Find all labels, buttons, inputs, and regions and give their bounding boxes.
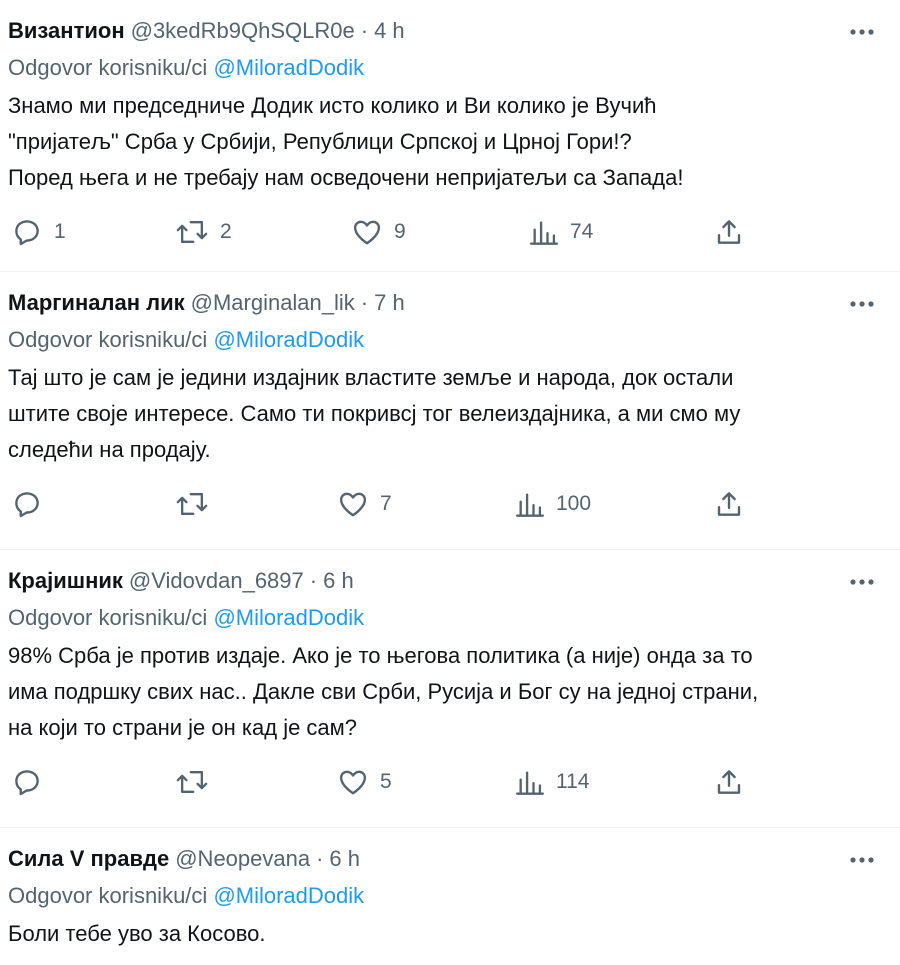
author-name[interactable]: Византион	[8, 14, 125, 48]
retweet-button[interactable]: 2	[176, 214, 232, 250]
separator-dot: ·	[316, 846, 324, 871]
reply-prefix: Odgovor korisniku/ci	[8, 55, 208, 80]
more-icon	[850, 579, 874, 585]
reply-icon	[15, 770, 39, 796]
reply-button[interactable]	[12, 486, 42, 522]
like-button[interactable]: 7	[338, 486, 392, 522]
timestamp[interactable]: 7 h	[374, 286, 405, 320]
timestamp[interactable]: 6 h	[323, 564, 354, 598]
timestamp[interactable]: 6 h	[329, 842, 360, 876]
share-icon	[717, 770, 741, 794]
more-icon	[850, 29, 874, 35]
more-icon	[850, 857, 874, 863]
more-options-button[interactable]	[848, 846, 876, 874]
mention-link[interactable]: @MiloradDodik	[213, 55, 364, 80]
tweet[interactable]: Сила V правде @Neopevana · 6 h Odgovor k…	[0, 828, 900, 965]
author-handle[interactable]: @3kedRb9QhSQLR0e	[131, 14, 355, 48]
reply-prefix: Odgovor korisniku/ci	[8, 605, 208, 630]
views-button[interactable]: 114	[516, 764, 589, 800]
replying-to: Odgovor korisniku/ci @MiloradDodik	[8, 322, 892, 358]
more-options-button[interactable]	[848, 290, 876, 318]
tweet-header: Маргиналан лик @Marginalan_lik · 7 h	[8, 286, 892, 320]
tweet-text: Тај што је сам је једини издајник власти…	[8, 365, 741, 462]
reply-count: 1	[54, 220, 66, 243]
mention-link[interactable]: @MiloradDodik	[213, 327, 364, 352]
reply-button[interactable]: 1	[12, 214, 66, 250]
like-button[interactable]: 9	[352, 214, 406, 250]
views-count: 74	[570, 220, 594, 243]
share-button[interactable]	[714, 214, 744, 250]
more-icon	[850, 301, 874, 307]
reply-icon	[15, 220, 39, 246]
tweet-text: 98% Срба је против издаје. Ако је то њег…	[8, 643, 759, 740]
mention-link[interactable]: @MiloradDodik	[213, 883, 364, 908]
retweet-button[interactable]	[176, 764, 208, 800]
like-count: 9	[394, 220, 406, 243]
tweet-text: Боли тебе уво за Косово.	[8, 921, 266, 946]
author-handle[interactable]: @Vidovdan_6897	[129, 564, 304, 598]
views-icon	[516, 771, 544, 795]
retweet-icon	[176, 492, 208, 516]
mention-link[interactable]: @MiloradDodik	[213, 605, 364, 630]
views-icon	[516, 493, 544, 517]
separator-dot: ·	[309, 568, 318, 593]
like-button[interactable]: 5	[338, 764, 392, 800]
tweet-text: Знамо ми председниче Додик исто колико и…	[8, 93, 684, 190]
more-options-button[interactable]	[848, 18, 876, 46]
reply-icon	[15, 492, 39, 518]
tweet-header: Сила V правде @Neopevana · 6 h	[8, 842, 892, 876]
share-icon	[717, 492, 741, 516]
heart-icon	[353, 220, 381, 245]
retweet-icon	[176, 220, 208, 244]
author-name[interactable]: Сила V правде	[8, 842, 169, 876]
action-bar: 7 100	[8, 468, 892, 544]
separator-dot: ·	[360, 290, 369, 315]
tweet[interactable]: Крајишник @Vidovdan_6897 · 6 h Odgovor k…	[0, 550, 900, 828]
heart-icon	[339, 770, 367, 795]
author-handle[interactable]: @Marginalan_lik	[191, 286, 355, 320]
retweet-icon	[176, 770, 208, 794]
retweet-button[interactable]	[176, 486, 208, 522]
share-button[interactable]	[714, 486, 744, 522]
views-icon	[530, 221, 558, 245]
action-bar: 1 2 9 74	[8, 196, 892, 272]
views-count: 100	[556, 492, 592, 515]
tweet-header: Византион @3kedRb9QhSQLR0e · 4 h	[8, 14, 892, 48]
reply-prefix: Odgovor korisniku/ci	[8, 327, 208, 352]
timestamp[interactable]: 4 h	[374, 14, 405, 48]
separator-dot: ·	[360, 18, 369, 43]
author-name[interactable]: Маргиналан лик	[8, 286, 185, 320]
replying-to: Odgovor korisniku/ci @MiloradDodik	[8, 878, 892, 914]
views-button[interactable]: 74	[530, 214, 593, 250]
more-options-button[interactable]	[848, 568, 876, 596]
replying-to: Odgovor korisniku/ci @MiloradDodik	[8, 50, 892, 86]
like-count: 5	[380, 770, 392, 793]
replying-to: Odgovor korisniku/ci @MiloradDodik	[8, 600, 892, 636]
tweet[interactable]: Маргиналан лик @Marginalan_lik · 7 h Odg…	[0, 272, 900, 550]
reply-button[interactable]	[12, 764, 42, 800]
tweet-header: Крајишник @Vidovdan_6897 · 6 h	[8, 564, 892, 598]
views-button[interactable]: 100	[516, 486, 591, 522]
share-icon	[717, 220, 741, 244]
tweet[interactable]: Византион @3kedRb9QhSQLR0e · 4 h Odgovor…	[0, 0, 900, 272]
heart-icon	[339, 492, 367, 517]
like-count: 7	[380, 492, 392, 515]
retweet-count: 2	[220, 220, 232, 243]
reply-feed: Византион @3kedRb9QhSQLR0e · 4 h Odgovor…	[0, 0, 900, 965]
author-name[interactable]: Крајишник	[8, 564, 123, 598]
reply-prefix: Odgovor korisniku/ci	[8, 883, 208, 908]
author-handle[interactable]: @Neopevana	[175, 842, 310, 876]
action-bar: 5 114	[8, 746, 892, 822]
share-button[interactable]	[714, 764, 744, 800]
views-count: 114	[556, 770, 590, 793]
